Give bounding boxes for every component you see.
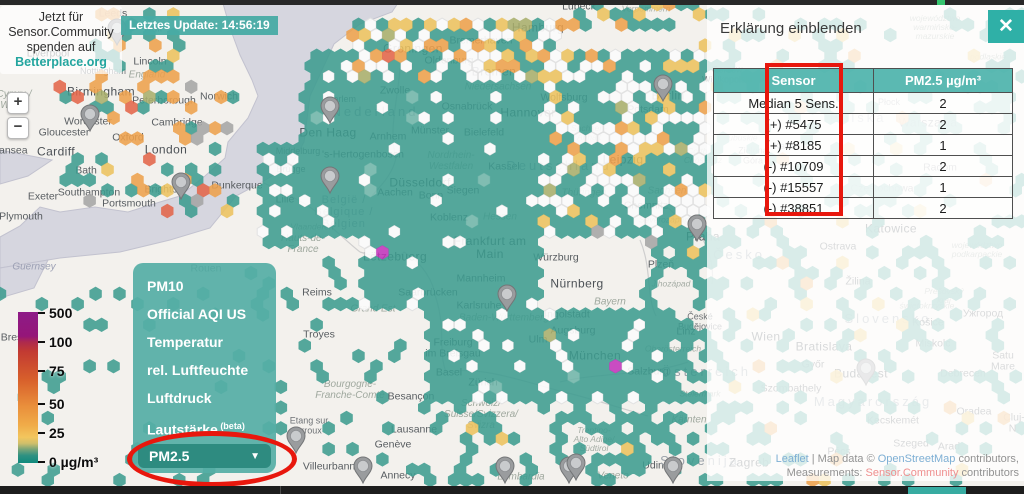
legend-tick-label: 500 bbox=[49, 305, 72, 321]
chevron-down-icon: ▼ bbox=[250, 451, 260, 462]
value-cell: 1 bbox=[874, 177, 1013, 198]
table-row: (-) #388512 bbox=[714, 198, 1013, 219]
leaflet-link[interactable]: Leaflet bbox=[776, 453, 809, 465]
layer-option-rel-luftfeuchte[interactable]: rel. Luftfeuchte bbox=[133, 356, 276, 384]
sensor-cluster-pin[interactable] bbox=[81, 105, 99, 131]
legend-tick-label: 100 bbox=[49, 334, 72, 350]
layer-menu: PM10Official AQI USTemperaturrel. Luftfe… bbox=[133, 263, 276, 473]
table-row: (-) #107092 bbox=[714, 156, 1013, 177]
app-window: LeedsHullLiverpoolLincolnNottinghamEngla… bbox=[0, 0, 1024, 494]
donation-line: Sensor.Community bbox=[2, 25, 120, 40]
sensor-column-header: Sensor bbox=[714, 69, 874, 93]
color-scale-legend: 5001007550250 µg/m³ bbox=[18, 312, 138, 467]
browser-chrome-top bbox=[0, 0, 1024, 5]
zoom-controls: + − bbox=[7, 92, 29, 142]
browser-chrome-bottom bbox=[0, 486, 1024, 494]
legend-tick-label: 50 bbox=[49, 396, 65, 412]
legend-tick bbox=[38, 432, 45, 434]
attribution-text: Measurements: bbox=[787, 467, 866, 479]
layer-option-luftdruck[interactable]: Luftdruck bbox=[133, 384, 276, 412]
last-update-badge: Letztes Update: 14:56:19 bbox=[121, 16, 278, 35]
layer-option-temperatur[interactable]: Temperatur bbox=[133, 328, 276, 356]
close-icon: ✕ bbox=[998, 15, 1014, 38]
legend-gradient-bar bbox=[18, 312, 38, 463]
value-cell: 2 bbox=[874, 114, 1013, 135]
layer-menu-items: PM10Official AQI USTemperaturrel. Luftfe… bbox=[133, 272, 276, 440]
bottom-teal-chip bbox=[908, 487, 966, 494]
sensor-id-cell: (-) #10709 bbox=[714, 156, 874, 177]
layer-option-lautst-rke[interactable]: Lautstärke (beta) bbox=[133, 412, 276, 440]
layer-option-pm10[interactable]: PM10 bbox=[133, 272, 276, 300]
zoom-in-button[interactable]: + bbox=[7, 92, 29, 114]
value-column-header: PM2.5 µg/m³ bbox=[874, 69, 1013, 93]
table-row: (-) #155571 bbox=[714, 177, 1013, 198]
panel-title: Erklärung einblenden bbox=[720, 20, 862, 37]
sensor-id-cell: (+) #5475 bbox=[714, 114, 874, 135]
beta-tag: (beta) bbox=[218, 421, 245, 431]
legend-tick-label: 75 bbox=[49, 363, 65, 379]
zoom-out-button[interactable]: − bbox=[7, 117, 29, 139]
sensor-id-cell: (+) #8185 bbox=[714, 135, 874, 156]
openstreetmap-link[interactable]: OpenStreetMap bbox=[878, 453, 956, 465]
table-row: (+) #81851 bbox=[714, 135, 1013, 156]
legend-tick bbox=[38, 370, 45, 372]
sensor-cluster-pin[interactable] bbox=[664, 457, 682, 483]
legend-tick-label: 0 µg/m³ bbox=[49, 454, 98, 470]
sensor-table: SensorPM2.5 µg/m³ Median 5 Sens.2(+) #54… bbox=[713, 68, 1013, 219]
top-green-indicator bbox=[937, 0, 945, 5]
attribution-text: contributors, bbox=[955, 453, 1019, 465]
donation-line: Jetzt für bbox=[2, 10, 120, 25]
sensor-cluster-pin[interactable] bbox=[496, 457, 514, 483]
close-button[interactable]: ✕ bbox=[988, 10, 1024, 43]
betterplace-link[interactable]: Betterplace.org bbox=[2, 55, 120, 70]
sensor-id-cell: Median 5 Sens. bbox=[714, 93, 874, 114]
selected-layer-label: PM2.5 bbox=[149, 448, 189, 464]
sensor-id-cell: (-) #15557 bbox=[714, 177, 874, 198]
legend-tick bbox=[38, 312, 45, 314]
attribution-text: | Map data © bbox=[809, 453, 878, 465]
legend-tick bbox=[38, 341, 45, 343]
value-cell: 2 bbox=[874, 156, 1013, 177]
bottom-bar-divider bbox=[280, 486, 281, 494]
value-cell: 2 bbox=[874, 93, 1013, 114]
sensor-community-link[interactable]: Sensor.Community bbox=[866, 467, 959, 479]
legend-tick bbox=[38, 403, 45, 405]
selected-layer-dropdown[interactable]: PM2.5 ▼ bbox=[138, 444, 271, 468]
legend-tick bbox=[38, 461, 45, 463]
map-attribution: Leaflet | Map data © OpenStreetMap contr… bbox=[776, 452, 1019, 480]
table-header-row: SensorPM2.5 µg/m³ bbox=[714, 69, 1013, 93]
sensor-id-cell: (-) #38851 bbox=[714, 198, 874, 219]
donation-box: Jetzt für Sensor.Community spenden auf B… bbox=[0, 6, 122, 74]
value-cell: 2 bbox=[874, 198, 1013, 219]
attribution-text: contributors bbox=[958, 467, 1019, 479]
table-row: (+) #54752 bbox=[714, 114, 1013, 135]
table-row: Median 5 Sens.2 bbox=[714, 93, 1013, 114]
legend-tick-label: 25 bbox=[49, 425, 65, 441]
sensor-cluster-pin[interactable] bbox=[287, 427, 305, 453]
sensor-cluster-pin[interactable] bbox=[354, 457, 372, 483]
donation-line: spenden auf bbox=[2, 40, 120, 55]
value-cell: 1 bbox=[874, 135, 1013, 156]
layer-option-official-aqi-us[interactable]: Official AQI US bbox=[133, 300, 276, 328]
